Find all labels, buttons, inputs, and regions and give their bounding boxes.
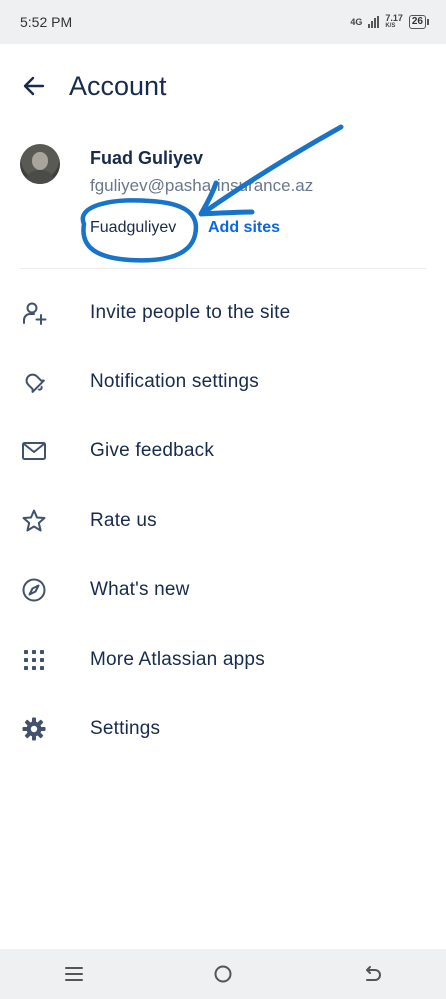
speed-value: 7.17 [385, 13, 403, 23]
battery-level: 26 [411, 16, 423, 27]
page-title: Account [69, 71, 167, 101]
menu-item-settings[interactable]: Settings [0, 694, 446, 763]
menu-item-notification-settings[interactable]: Notification settings [0, 347, 446, 416]
menu-item-label: What's new [90, 579, 190, 601]
grid-icon [20, 646, 48, 674]
menu-item-whats-new[interactable]: What's new [0, 556, 446, 625]
back-nav-button[interactable] [352, 954, 392, 994]
add-person-icon [20, 299, 48, 327]
back-button[interactable] [16, 68, 52, 104]
profile-name: Fuad Guliyev [90, 148, 204, 168]
status-time: 5:52 PM [20, 14, 73, 30]
system-nav-bar [0, 949, 446, 999]
gear-icon [20, 715, 48, 743]
site-name[interactable]: Fuadguliyev [90, 219, 176, 237]
recent-apps-button[interactable] [54, 954, 94, 994]
status-icons: 4G 7.17 K/S 26 [350, 14, 430, 30]
menu-item-label: More Atlassian apps [90, 648, 265, 670]
network-indicator: 4G [350, 17, 363, 27]
account-menu: Invite people to the site Notification s… [0, 278, 446, 764]
bell-icon [20, 368, 48, 396]
profile-email: fguliyev@pasha-insurance.az [90, 176, 314, 195]
star-icon [20, 507, 48, 535]
add-sites-link[interactable]: Add sites [208, 219, 280, 237]
signal-icon [368, 16, 380, 28]
battery-icon: 26 [408, 15, 430, 29]
arrow-left-icon [23, 76, 45, 96]
circle-icon [214, 965, 232, 983]
menu-item-label: Invite people to the site [90, 301, 291, 323]
menu-item-label: Give feedback [90, 440, 215, 462]
menu-item-give-feedback[interactable]: Give feedback [0, 417, 446, 486]
network-type: 4G [350, 17, 363, 27]
menu-item-label: Settings [90, 718, 161, 740]
compass-icon [20, 576, 48, 604]
home-button[interactable] [203, 954, 243, 994]
speed-unit: K/S [385, 23, 396, 29]
menu-lines-icon [65, 967, 84, 981]
speed-indicator: 7.17 K/S [385, 14, 403, 30]
menu-item-label: Rate us [90, 509, 157, 531]
menu-item-label: Notification settings [90, 371, 259, 393]
return-arrow-icon [365, 966, 381, 981]
menu-item-rate-us[interactable]: Rate us [0, 486, 446, 555]
menu-item-more-atlassian-apps[interactable]: More Atlassian apps [0, 625, 446, 694]
divider [20, 268, 426, 269]
profile-section: Fuad Guliyev fguliyev@pasha-insurance.az… [0, 140, 446, 258]
envelope-icon [20, 437, 48, 465]
menu-item-invite-people[interactable]: Invite people to the site [0, 278, 446, 347]
status-bar: 5:52 PM 4G 7.17 K/S 26 [0, 0, 446, 44]
avatar [20, 144, 60, 184]
app-header: Account [0, 44, 446, 126]
